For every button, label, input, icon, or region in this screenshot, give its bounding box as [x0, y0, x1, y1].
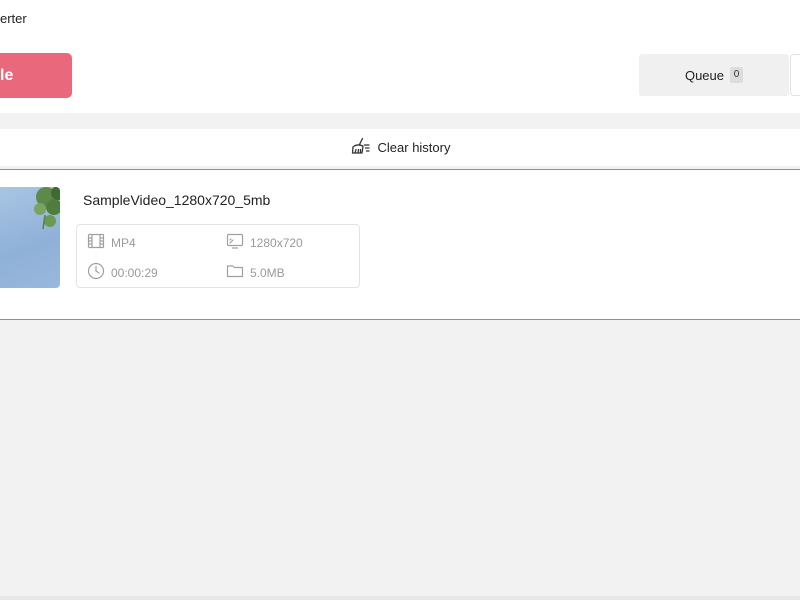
broom-icon	[350, 136, 370, 159]
clear-history-label: Clear history	[377, 140, 451, 155]
tab-queue[interactable]: Queue 0	[639, 54, 789, 96]
top-panel: erter le Queue 0	[0, 0, 800, 113]
clock-icon	[87, 262, 105, 283]
tab-next[interactable]	[790, 54, 800, 96]
format-value: MP4	[111, 235, 136, 250]
duration-value: 00:00:29	[111, 265, 158, 280]
video-thumbnail	[0, 187, 60, 288]
resolution-info: 1280x720	[226, 232, 303, 253]
file-name: SampleVideo_1280x720_5mb	[83, 192, 271, 208]
duration-info: 00:00:29	[87, 262, 158, 283]
app-title: erter	[0, 11, 27, 26]
bottom-edge	[0, 596, 800, 600]
tab-queue-label: Queue	[684, 67, 725, 83]
film-icon	[87, 232, 105, 253]
resolution-value: 1280x720	[250, 235, 303, 250]
clear-history-button[interactable]: Clear history	[0, 129, 800, 166]
folder-icon	[226, 262, 244, 283]
screen-icon	[226, 232, 244, 253]
size-value: 5.0MB	[250, 265, 285, 280]
size-info: 5.0MB	[226, 262, 285, 283]
add-file-button[interactable]: le	[0, 53, 72, 98]
queue-count-badge: 0	[730, 67, 744, 83]
format-info: MP4	[87, 232, 136, 253]
